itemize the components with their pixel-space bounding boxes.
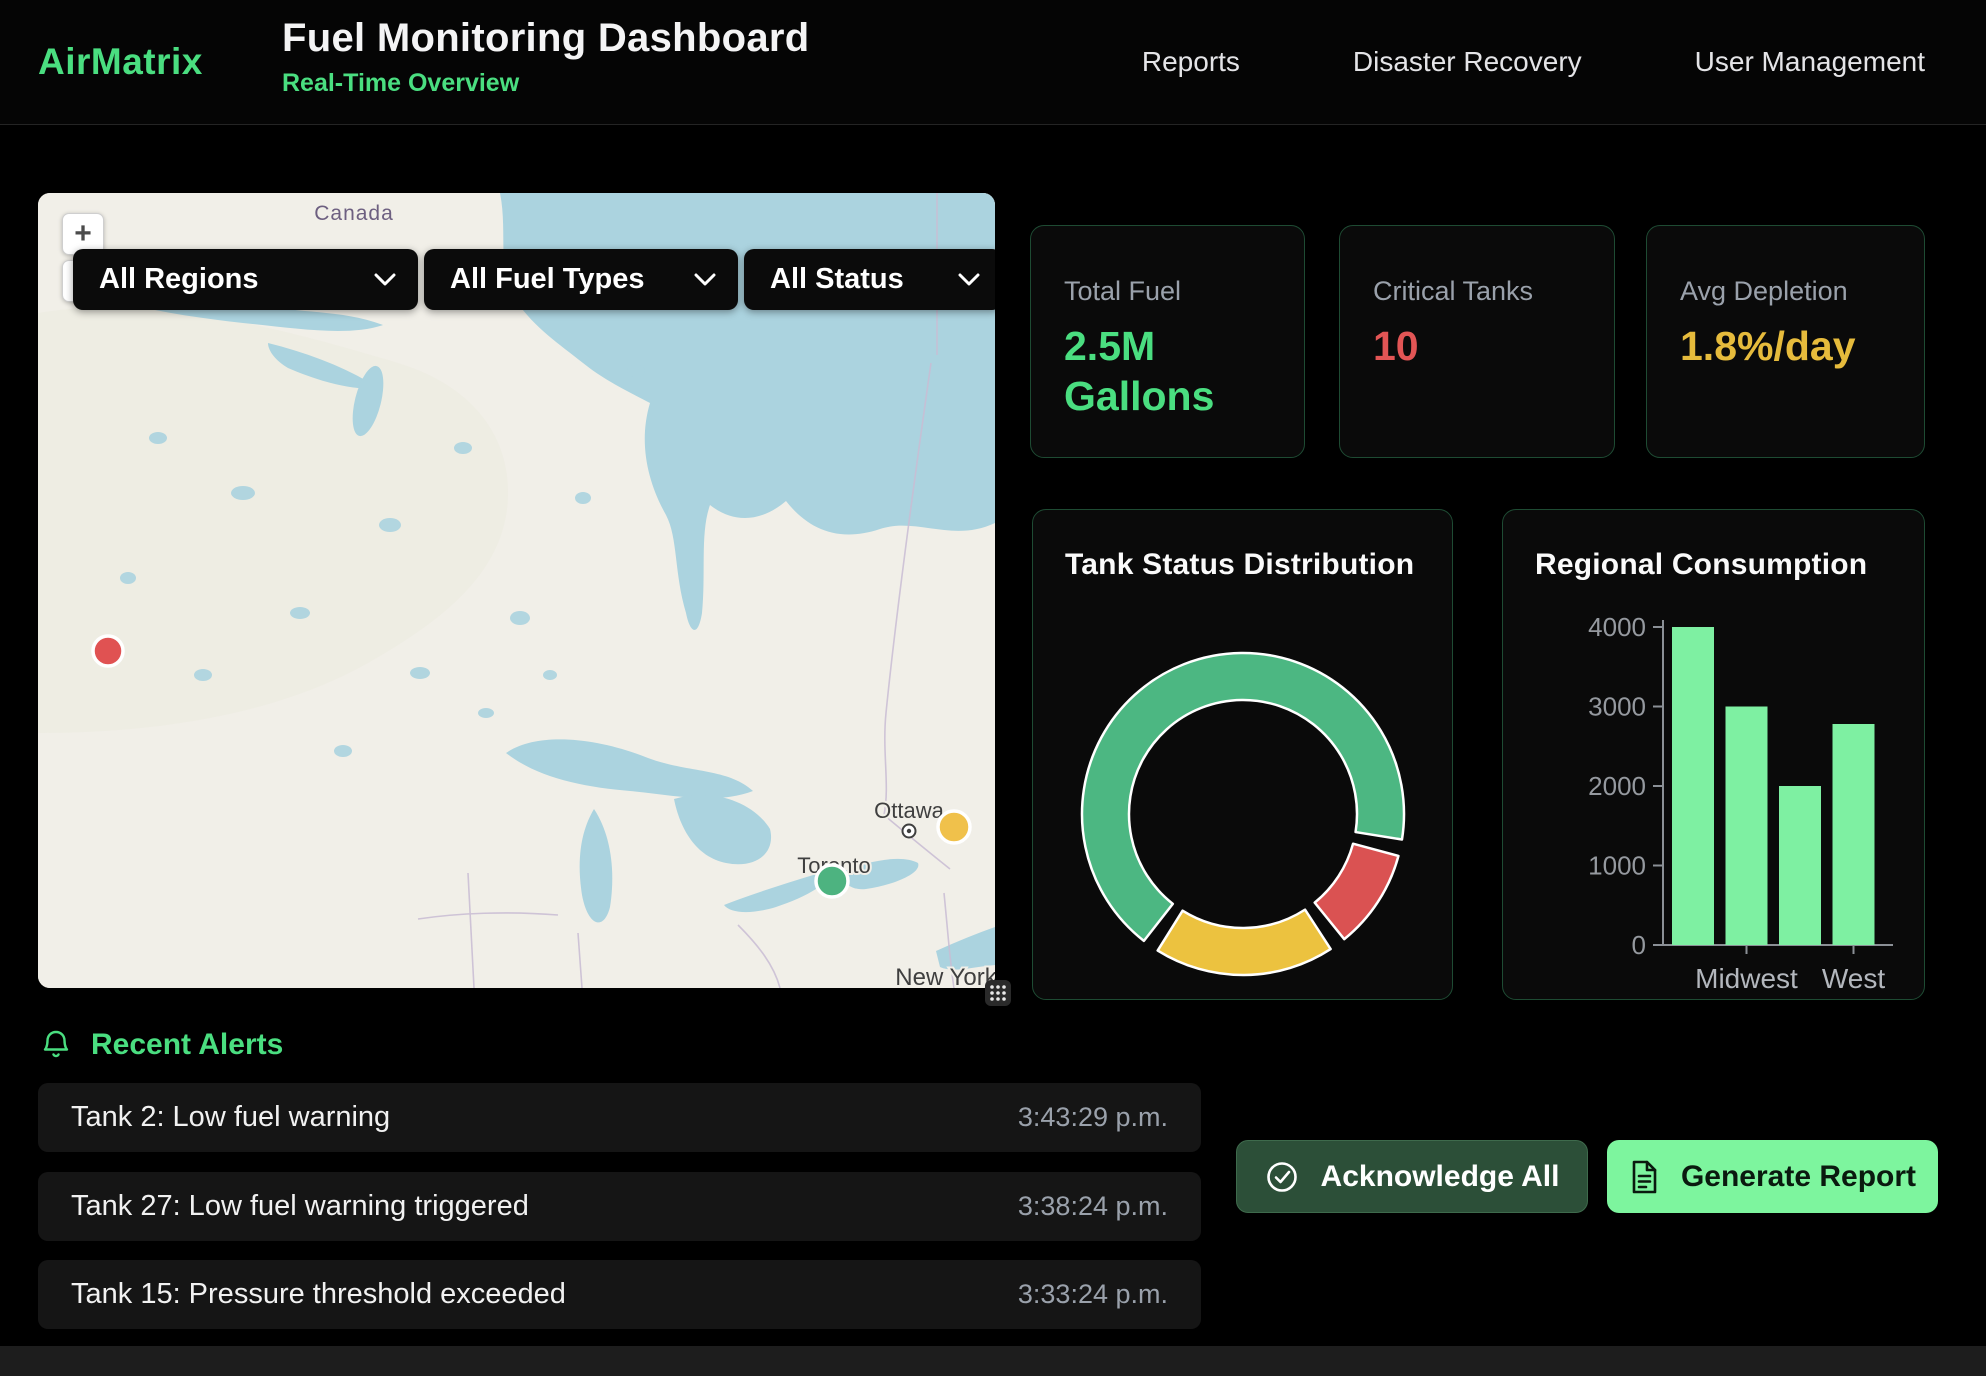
alert-message: Tank 2: Low fuel warning [71,1101,390,1134]
map-resize-handle[interactable] [985,980,1011,1006]
title-block: Fuel Monitoring Dashboard Real-Time Over… [282,16,809,98]
warning-tank-marker[interactable] [938,811,970,843]
map-label-new-york: New York [895,964,995,988]
drag-dots-icon [989,984,1007,1002]
critical-tank-marker[interactable] [93,636,123,666]
page-title: Fuel Monitoring Dashboard [282,16,809,61]
recent-alerts-title: Recent Alerts [91,1028,283,1062]
chevron-down-icon [694,273,716,286]
map-label-canada: Canada [314,202,394,225]
status-filter-value: All Status [770,263,904,296]
total-fuel-card: Total Fuel 2.5M Gallons [1030,225,1305,458]
page-subtitle: Real-Time Overview [282,69,809,98]
normal-tank-marker[interactable] [816,865,848,897]
map-canvas[interactable]: Canada Ottawa Toronto New York [38,193,995,988]
svg-text:4000: 4000 [1588,612,1646,642]
tank-status-donut-svg [1033,510,1454,1001]
chevron-down-icon [374,273,396,286]
alert-row-1[interactable]: Tank 2: Low fuel warning 3:43:29 p.m. [38,1083,1201,1152]
map-filters: All Regions All Fuel Types All Status [73,249,995,310]
alert-message: Tank 15: Pressure threshold exceeded [71,1278,566,1311]
svg-text:0: 0 [1632,930,1646,960]
svg-text:3000: 3000 [1588,692,1646,722]
svg-text:West: West [1822,963,1885,994]
fuel-type-filter-value: All Fuel Types [450,263,644,296]
regional-consumption-card: Regional Consumption 01000200030004000Mi… [1502,509,1925,1000]
map-label-ottawa: Ottawa [874,798,944,823]
svg-text:Midwest: Midwest [1695,963,1798,994]
avg-depletion-card: Avg Depletion 1.8%/day [1646,225,1925,458]
bottom-strip [0,1346,1986,1376]
avg-depletion-label: Avg Depletion [1680,276,1891,307]
total-fuel-value: 2.5M Gallons [1064,321,1264,421]
nav-reports[interactable]: Reports [1142,46,1240,78]
alert-row-3[interactable]: Tank 15: Pressure threshold exceeded 3:3… [38,1260,1201,1329]
critical-tanks-label: Critical Tanks [1373,276,1581,307]
map-panel: Canada Ottawa Toronto New York + − All R… [38,193,995,988]
header-bar: AirMatrix Fuel Monitoring Dashboard Real… [0,0,1986,125]
alert-timestamp: 3:43:29 p.m. [1018,1102,1168,1133]
chevron-down-icon [958,273,980,286]
recent-alerts-header: Recent Alerts [42,1028,283,1062]
ottawa-town-icon [903,825,916,838]
bell-icon [42,1029,70,1061]
svg-text:1000: 1000 [1588,851,1646,881]
nav-disaster-recovery[interactable]: Disaster Recovery [1353,46,1582,78]
acknowledge-all-label: Acknowledge All [1321,1160,1560,1194]
svg-text:2000: 2000 [1588,771,1646,801]
alert-row-2[interactable]: Tank 27: Low fuel warning triggered 3:38… [38,1172,1201,1241]
acknowledge-all-button[interactable]: Acknowledge All [1236,1140,1588,1213]
nav-user-management[interactable]: User Management [1695,46,1925,78]
tank-status-distribution-card: Tank Status Distribution [1032,509,1453,1000]
avg-depletion-value: 1.8%/day [1680,321,1880,371]
alert-timestamp: 3:33:24 p.m. [1018,1279,1168,1310]
critical-tanks-value: 10 [1373,321,1573,371]
total-fuel-label: Total Fuel [1064,276,1271,307]
document-icon [1629,1159,1659,1195]
region-filter-value: All Regions [99,263,259,296]
check-circle-icon [1265,1160,1299,1194]
fuel-type-filter-dropdown[interactable]: All Fuel Types [424,249,738,310]
brand-logo: AirMatrix [38,0,203,124]
regional-consumption-svg: 0 1000 2000 3000 4000 Midwest West [1503,510,1926,1001]
generate-report-label: Generate Report [1681,1160,1916,1194]
critical-tanks-card: Critical Tanks 10 [1339,225,1615,458]
alert-timestamp: 3:38:24 p.m. [1018,1191,1168,1222]
generate-report-button[interactable]: Generate Report [1607,1140,1938,1213]
region-filter-dropdown[interactable]: All Regions [73,249,418,310]
status-filter-dropdown[interactable]: All Status [744,249,995,310]
main-nav: Reports Disaster Recovery User Managemen… [1142,0,1925,124]
alert-message: Tank 27: Low fuel warning triggered [71,1190,529,1223]
fuel-monitoring-dashboard: AirMatrix Fuel Monitoring Dashboard Real… [0,0,1986,1376]
